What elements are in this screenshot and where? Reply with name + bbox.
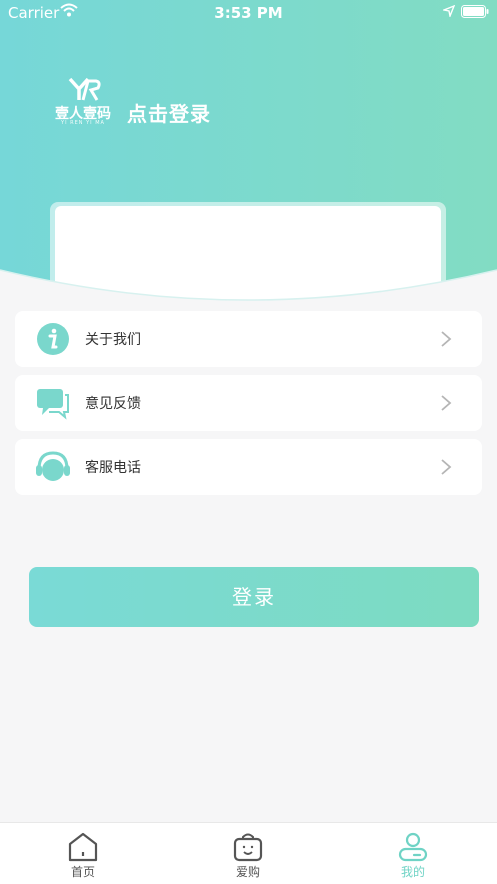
tab-label-home: 首页 xyxy=(70,865,95,879)
tab-home[interactable]: 首页 xyxy=(23,823,143,884)
tab-label-shop: 爱购 xyxy=(235,865,260,879)
clock: 3:53 PM xyxy=(214,4,283,22)
logo-subtext: YI REN YI MA xyxy=(61,120,105,126)
chevron-right-icon xyxy=(441,331,452,347)
tab-shop[interactable]: 爱购 xyxy=(188,823,308,884)
home-icon xyxy=(68,832,98,862)
menu-label-customer-service: 客服电话 xyxy=(85,460,141,476)
login-prompt-link[interactable]: 点击登录 xyxy=(127,98,211,127)
menu-item-customer-service[interactable]: 客服电话 xyxy=(15,439,482,495)
logo-mark-icon xyxy=(68,77,101,101)
headset-icon xyxy=(36,451,70,481)
user-icon xyxy=(398,832,428,862)
tab-bar: 首页 爱购 我的 xyxy=(0,822,497,884)
info-icon xyxy=(37,323,69,355)
tab-label-profile: 我的 xyxy=(400,865,425,879)
shopping-bag-icon xyxy=(233,833,263,862)
login-button[interactable]: 登录 xyxy=(29,567,479,627)
battery-icon xyxy=(461,5,489,18)
menu-label-about-us: 关于我们 xyxy=(85,332,141,348)
chevron-right-icon xyxy=(441,395,452,411)
app-logo: 壹人壹码 YI REN YI MA xyxy=(50,76,116,126)
location-arrow-icon xyxy=(443,5,455,17)
menu-item-feedback[interactable]: 意见反馈 xyxy=(15,375,482,431)
chat-bubble-icon xyxy=(37,389,69,420)
chevron-right-icon xyxy=(441,459,452,475)
menu-label-feedback: 意见反馈 xyxy=(85,396,141,412)
header-curve-overlay xyxy=(0,269,497,320)
menu-item-about-us[interactable]: 关于我们 xyxy=(15,311,482,367)
tab-profile[interactable]: 我的 xyxy=(353,823,473,884)
status-bar: Carrier 3:53 PM xyxy=(0,0,497,26)
